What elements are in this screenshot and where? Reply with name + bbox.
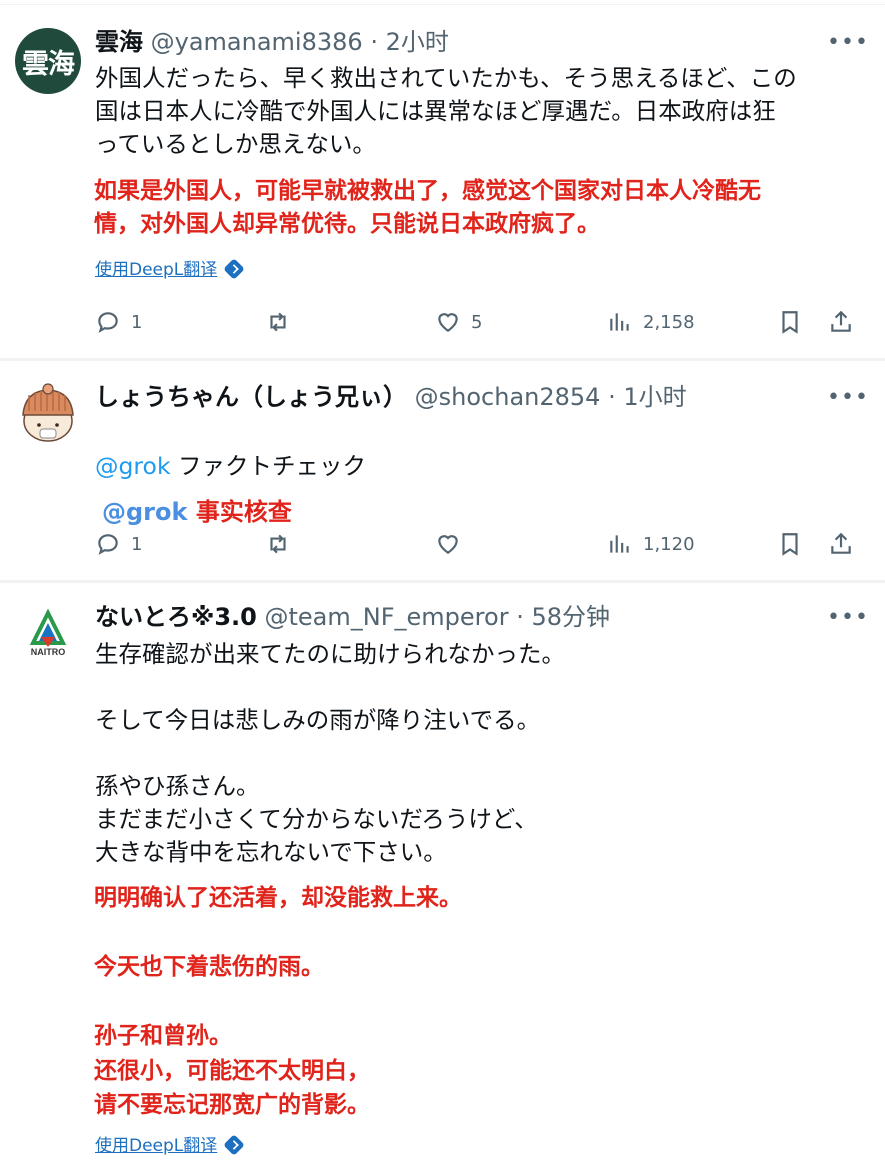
beanie-avatar-icon bbox=[22, 383, 74, 442]
like-icon bbox=[438, 535, 458, 554]
translation-mention: @grok bbox=[102, 498, 188, 526]
views-icon bbox=[610, 313, 629, 331]
translation-rest: 事实核查 bbox=[195, 498, 292, 526]
retweet-button[interactable] bbox=[265, 528, 301, 560]
like-button[interactable]: 5 bbox=[435, 306, 482, 338]
action-bar: 1 5 2,158 bbox=[95, 306, 860, 338]
deepl-translate-link[interactable]: 使用DeepL翻译 bbox=[95, 1134, 246, 1157]
views-count: 2,158 bbox=[643, 311, 695, 333]
display-name[interactable]: 雲海 bbox=[95, 28, 143, 56]
bookmark-icon bbox=[782, 533, 798, 556]
reply-count: 1 bbox=[131, 533, 143, 555]
timestamp[interactable]: 1小时 bbox=[623, 383, 686, 411]
more-icon[interactable]: ••• bbox=[827, 32, 868, 58]
tweet-header: 雲海 @yamanami8386 · 2小时 bbox=[95, 27, 825, 57]
naitro-logo-icon: NAITRO bbox=[29, 608, 67, 657]
views-button[interactable]: 2,158 bbox=[607, 306, 695, 338]
deepl-icon bbox=[223, 258, 246, 280]
views-icon bbox=[610, 535, 629, 553]
deepl-translate-link[interactable]: 使用DeepL翻译 bbox=[95, 258, 246, 281]
more-icon[interactable]: ••• bbox=[827, 607, 868, 633]
more-icon[interactable]: ••• bbox=[827, 387, 868, 413]
user-handle[interactable]: @shochan2854 bbox=[415, 383, 601, 411]
retweet-button[interactable] bbox=[265, 306, 301, 338]
avatar-text: 雲海 bbox=[22, 48, 75, 80]
share-icon bbox=[831, 310, 851, 332]
tweet-text: 外国人だったら、早く救出されていたかも、そう思えるほど、この 国は日本人に冷酷で… bbox=[95, 64, 797, 158]
reply-icon bbox=[98, 534, 118, 555]
translation-text: 如果是外国人，可能早就被救出了，感觉这个国家对日本人冷酷无 情，对外国人却异常优… bbox=[94, 178, 761, 237]
tweet-3[interactable]: NAITRO ないとろ※3.0 @team_NF_emperor · 58分钟 … bbox=[0, 583, 885, 1173]
separator-dot: · bbox=[600, 383, 624, 411]
reply-button[interactable]: 1 bbox=[95, 528, 142, 560]
display-name[interactable]: ないとろ※3.0 bbox=[95, 603, 257, 631]
share-button[interactable] bbox=[828, 306, 854, 338]
like-button[interactable] bbox=[435, 528, 471, 560]
reply-button[interactable]: 1 bbox=[95, 306, 142, 338]
action-bar: 1 1,120 bbox=[95, 528, 860, 560]
timestamp[interactable]: 58分钟 bbox=[531, 603, 610, 631]
reply-count: 1 bbox=[131, 311, 143, 333]
like-icon bbox=[438, 313, 458, 332]
display-name[interactable]: しょうちゃん（しょう兄ぃ） bbox=[95, 383, 407, 411]
separator-dot: · bbox=[362, 28, 386, 56]
tweet-header: ないとろ※3.0 @team_NF_emperor · 58分钟 bbox=[95, 602, 825, 632]
logo-text: NAITRO bbox=[31, 647, 66, 657]
separator-dot: · bbox=[508, 603, 532, 631]
tweet-1[interactable]: 雲海 雲海 @yamanami8386 · 2小时 ••• 外国人だったら、早く… bbox=[0, 0, 885, 358]
bookmark-button[interactable] bbox=[777, 306, 803, 338]
timestamp[interactable]: 2小时 bbox=[386, 28, 449, 56]
avatar[interactable]: 雲海 bbox=[15, 28, 81, 94]
tweet-2[interactable]: しょうちゃん（しょう兄ぃ） @shochan2854 · 1小时 ••• @gr… bbox=[0, 361, 885, 580]
share-icon bbox=[831, 532, 851, 554]
reply-icon bbox=[98, 312, 118, 333]
tweet-text: 生存確認が出来てたのに助けられなかった。 そして今日は悲しみの雨が降り注いでる。… bbox=[95, 640, 565, 866]
translation-text: @grok 事实核查 bbox=[102, 463, 872, 529]
share-button[interactable] bbox=[828, 528, 854, 560]
bookmark-icon bbox=[782, 311, 798, 334]
deepl-label[interactable]: 使用DeepL翻译 bbox=[95, 1136, 217, 1156]
deepl-label[interactable]: 使用DeepL翻译 bbox=[95, 260, 217, 280]
user-handle[interactable]: @team_NF_emperor bbox=[265, 603, 509, 631]
avatar[interactable] bbox=[15, 381, 81, 447]
views-count: 1,120 bbox=[643, 533, 695, 555]
avatar[interactable]: NAITRO bbox=[15, 603, 81, 669]
tweet-header: しょうちゃん（しょう兄ぃ） @shochan2854 · 1小时 bbox=[95, 382, 825, 412]
bookmark-button[interactable] bbox=[777, 528, 803, 560]
translation-text: 明明确认了还活着，却没能救上来。 今天也下着悲伤的雨。 孙子和曾孙。 还很小，可… bbox=[94, 885, 462, 1118]
views-button[interactable]: 1,120 bbox=[607, 528, 695, 560]
retweet-icon bbox=[270, 312, 286, 332]
like-count: 5 bbox=[471, 311, 483, 333]
retweet-icon bbox=[270, 534, 286, 554]
deepl-icon bbox=[223, 1134, 246, 1156]
user-handle[interactable]: @yamanami8386 bbox=[151, 28, 363, 56]
